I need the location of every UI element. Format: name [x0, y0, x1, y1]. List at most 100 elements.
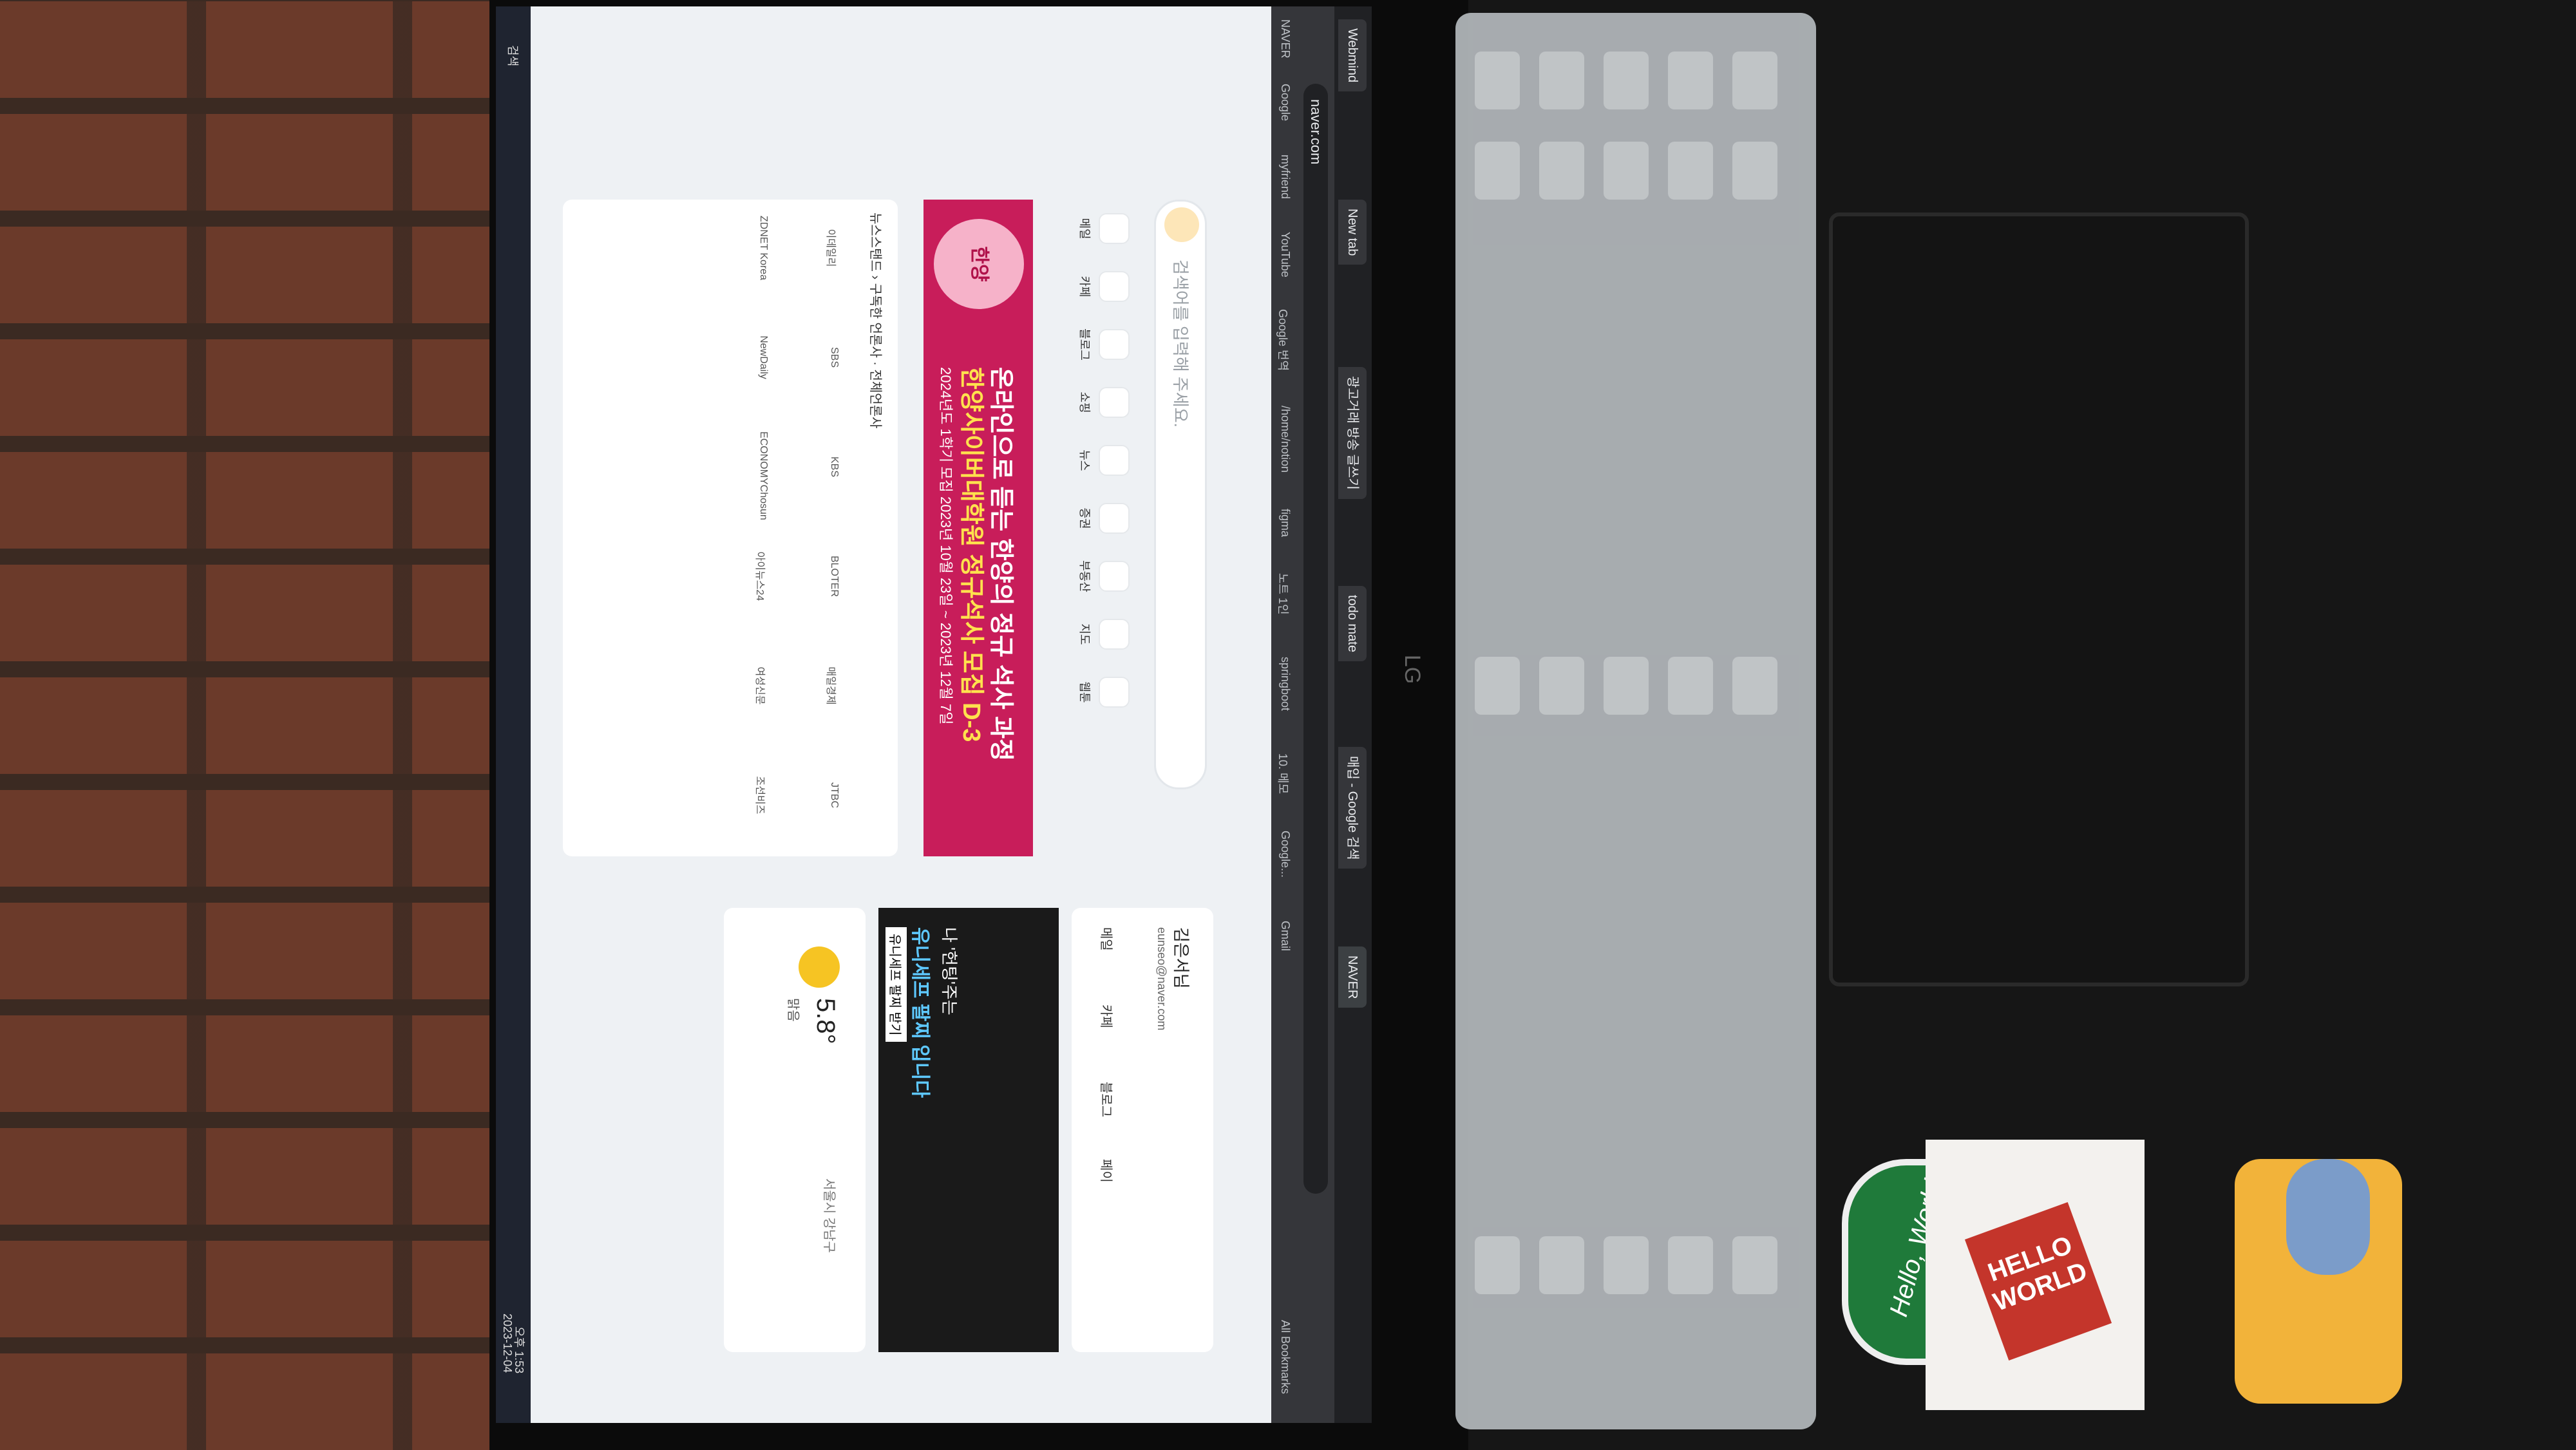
ad-line2: 유니세프 팔찌 입니다 [909, 927, 931, 1098]
keyboard-key [1539, 142, 1584, 200]
map-icon [1099, 619, 1130, 650]
bookmark-item[interactable]: /home/notion [1278, 406, 1292, 473]
keyboard [1455, 13, 1816, 1429]
browser-tabbar: Webmind New tab 광고거래 방송 글쓰기 todo mate 매입… [1334, 6, 1372, 1423]
blog-icon [1099, 329, 1130, 360]
press-item[interactable]: 이데일리 [824, 212, 840, 283]
tab-ad-post[interactable]: 광고거래 방송 글쓰기 [1338, 367, 1367, 499]
shortcut-label: 지도 [1078, 623, 1091, 645]
bookmark-item[interactable]: springboot [1278, 657, 1292, 711]
keyboard-key [1668, 52, 1713, 109]
shortcut-label: 부동산 [1078, 560, 1091, 592]
hello-world-label: HELLO WORLD [1964, 1201, 2112, 1361]
keyboard-key [1539, 1236, 1584, 1294]
shortcut-news[interactable]: 뉴스 [1077, 438, 1130, 483]
ad-cta: 유니세프 팔찌 받기 [886, 927, 907, 1042]
sun-icon [799, 946, 840, 988]
search-input[interactable]: 검색어를 입력해 주세요. [1154, 200, 1207, 789]
bookmark-item[interactable]: Google... [1278, 831, 1292, 878]
press-item[interactable]: 여성신문 [753, 650, 769, 721]
bookmark-item[interactable]: figma [1278, 509, 1292, 537]
shortcut-shopping[interactable]: 쇼핑 [1077, 380, 1130, 425]
press-item[interactable]: 조선비즈 [753, 760, 769, 831]
profile-link[interactable]: 페이 [1098, 1159, 1117, 1183]
weather-location: 서울시 강남구 [822, 1178, 836, 1253]
keyboard-key [1604, 52, 1649, 109]
tab-google-search[interactable]: 매입 - Google 검색 [1338, 747, 1367, 869]
shopping-icon [1099, 387, 1130, 418]
tab-naver[interactable]: NAVER [1338, 946, 1367, 1008]
press-item[interactable]: SBS [828, 322, 840, 393]
press-item[interactable]: BLOTER [828, 541, 840, 612]
keyboard-key [1732, 657, 1777, 715]
paper-sticker: HELLO WORLD [1926, 1140, 2145, 1410]
bookmark-item[interactable]: 노트 1인 [1275, 573, 1292, 615]
shortcut-webtoon[interactable]: 웹툰 [1077, 670, 1130, 715]
bookmark-item[interactable]: YouTube [1278, 232, 1292, 278]
banner-subline: 한양사이버대학원 정규석사 모집 D-3 [958, 367, 985, 742]
profile-name: 김은서님 [1171, 927, 1191, 989]
tab-webmind[interactable]: Webmind [1338, 19, 1367, 92]
profile-link[interactable]: 메일 [1098, 927, 1117, 951]
press-item[interactable]: JTBC [828, 760, 840, 831]
weather-temp: 5.8° [811, 998, 840, 1044]
side-ad[interactable]: 나 '헌팅'주는 유니세프 팔찌 입니다 유니세프 팔찌 받기 [878, 908, 1059, 1352]
windows-taskbar: 검색 오후 1:53 2023-12-04 [496, 6, 531, 1423]
keyboard-key [1604, 142, 1649, 200]
realestate-icon [1099, 561, 1130, 592]
pooh-sticker [2235, 1159, 2402, 1404]
weather-widget[interactable]: 5.8° 맑음 서울시 강남구 [724, 908, 866, 1352]
url-field[interactable]: naver.com [1303, 84, 1328, 1194]
stock-icon [1099, 503, 1130, 534]
ad-line1: 나 '헌팅'주는 [940, 927, 959, 1015]
profile-link[interactable]: 블로그 [1098, 1082, 1117, 1117]
ad-banner[interactable]: 한양 온라인으로 듣는 한양의 정규 석사 과정 한양사이버대학원 정규석사 모… [923, 200, 1033, 856]
shortcut-blog[interactable]: 블로그 [1077, 322, 1130, 367]
keyboard-key [1732, 52, 1777, 109]
keyboard-key [1475, 142, 1520, 200]
mail-icon [1099, 213, 1130, 244]
keyboard-key [1604, 657, 1649, 715]
bookmark-item[interactable]: Google [1278, 84, 1292, 121]
shortcut-label: 쇼핑 [1078, 391, 1091, 413]
bookmark-item[interactable]: 10. 메모 [1275, 753, 1292, 794]
bookmark-item[interactable]: All Bookmarks [1278, 1320, 1292, 1394]
keyboard-key [1732, 1236, 1777, 1294]
address-bar: naver.com [1297, 6, 1334, 1423]
brick-wall [0, 0, 515, 1450]
shortcut-realestate[interactable]: 부동산 [1077, 554, 1130, 599]
newsstand: 뉴스스탠드 › 구독한 언론사 · 전체언론사 이데일리 SBS KBS BLO… [563, 200, 898, 856]
bookmark-item[interactable]: Google 번역 [1275, 309, 1292, 371]
bookmark-item[interactable]: NAVER [1278, 19, 1292, 59]
shortcut-map[interactable]: 지도 [1077, 612, 1130, 657]
keyboard-key [1668, 142, 1713, 200]
press-item[interactable]: ZDNET Korea [757, 212, 769, 283]
weather-desc: 맑음 [786, 998, 800, 1022]
newsstand-header[interactable]: 뉴스스탠드 › 구독한 언론사 · 전체언론사 [867, 212, 886, 429]
keyboard-key [1668, 657, 1713, 715]
press-item[interactable]: ECONOMYChosun [757, 431, 769, 520]
press-item[interactable]: 아이뉴스24 [753, 541, 769, 612]
banner-dates: 2024년도 1학기 모집 2023년 10월 23일 ~ 2023년 12월 … [938, 367, 954, 725]
tab-new-tab[interactable]: New tab [1338, 200, 1367, 265]
press-item[interactable]: KBS [828, 431, 840, 502]
keyboard-key [1539, 657, 1584, 715]
press-item[interactable]: 매일경제 [824, 650, 840, 721]
shortcut-mail[interactable]: 메일 [1077, 206, 1130, 251]
taskbar-search[interactable]: 검색 [505, 45, 522, 66]
keyboard-key [1732, 142, 1777, 200]
shortcut-stock[interactable]: 증권 [1077, 496, 1130, 541]
tab-todo-mate[interactable]: todo mate [1338, 586, 1367, 661]
shortcut-label: 메일 [1078, 218, 1091, 240]
shortcut-cafe[interactable]: 카페 [1077, 264, 1130, 309]
shortcut-label: 블로그 [1078, 328, 1091, 361]
profile-email: eunseo@naver.com [1155, 927, 1168, 1031]
bookmark-item[interactable]: Gmail [1278, 921, 1292, 951]
shortcut-label: 뉴스 [1078, 449, 1091, 471]
bookmark-item[interactable]: myfriend [1278, 155, 1292, 199]
press-item[interactable]: NewDaily [757, 322, 769, 393]
cafe-icon [1099, 271, 1130, 302]
shortcut-label: 카페 [1078, 276, 1091, 297]
profile-card: 김은서님 eunseo@naver.com 메일 카페 블로그 페이 [1072, 908, 1213, 1352]
profile-link[interactable]: 카페 [1098, 1004, 1117, 1028]
